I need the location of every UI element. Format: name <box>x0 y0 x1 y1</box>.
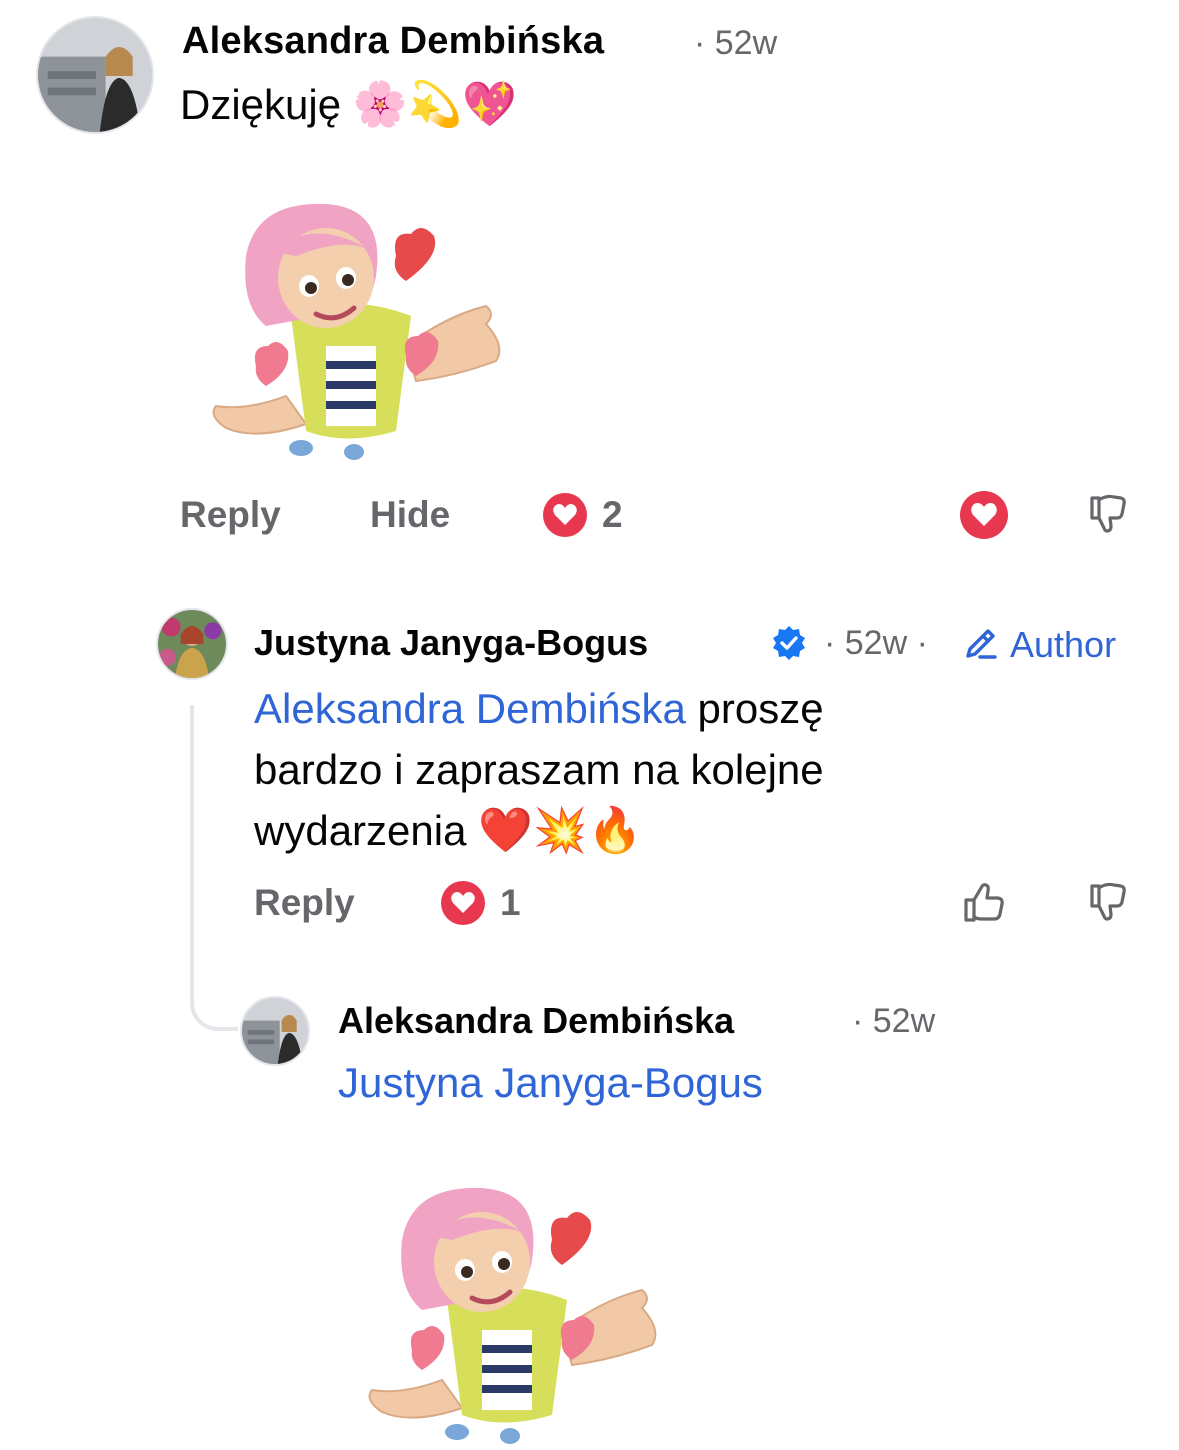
comment-text-content: bardzo i zapraszam na kolejne <box>254 746 824 793</box>
thumbs-up-icon[interactable] <box>960 878 1008 926</box>
reply-button[interactable]: Reply <box>180 494 281 536</box>
thumbs-down-icon[interactable] <box>1084 878 1130 924</box>
comment-emoji: ❤️💥🔥 <box>478 805 643 856</box>
comment-timestamp[interactable]: · 52w <box>852 1002 935 1041</box>
comment-text: Dziękuję 🌸💫💖 <box>180 74 517 135</box>
reaction-count[interactable]: 1 <box>500 882 521 924</box>
love-reaction-icon[interactable] <box>542 492 588 538</box>
comment-timestamp[interactable]: · 52w <box>694 24 777 63</box>
reaction-count[interactable]: 2 <box>602 494 623 536</box>
comment-emoji: 🌸💫💖 <box>352 79 518 130</box>
commenter-name[interactable]: Aleksandra Dembińska <box>338 1000 734 1042</box>
hide-button[interactable]: Hide <box>370 494 450 536</box>
pencil-icon <box>962 624 1000 662</box>
commenter-name[interactable]: Aleksandra Dembińska <box>182 20 604 63</box>
mention-link[interactable]: Aleksandra Dembińska <box>254 685 686 732</box>
avatar-sticker <box>196 196 516 464</box>
author-badge: Author <box>1010 624 1117 665</box>
love-reaction-icon[interactable] <box>440 880 486 926</box>
avatar[interactable] <box>156 608 228 680</box>
reply-button[interactable]: Reply <box>254 882 355 924</box>
comment-text-content: wydarzenia <box>254 807 467 854</box>
comment-text: Aleksandra Dembińska proszę bardzo i zap… <box>254 678 1154 861</box>
commenter-name[interactable]: Justyna Janyga-Bogus <box>254 622 648 664</box>
love-reacted-icon[interactable] <box>959 490 1009 540</box>
thumbs-down-icon[interactable] <box>1084 490 1130 536</box>
avatar-sticker <box>352 1180 672 1448</box>
thread-connector-line <box>190 705 238 1031</box>
comment-timestamp[interactable]: · 52w · <box>824 624 928 663</box>
avatar[interactable] <box>240 996 310 1066</box>
comment-text-content: proszę <box>685 685 824 732</box>
mention-link[interactable]: Justyna Janyga-Bogus <box>338 1052 763 1113</box>
avatar[interactable] <box>36 16 154 134</box>
verified-badge-icon <box>770 624 808 662</box>
comment-text-content: Dziękuję <box>180 81 342 128</box>
